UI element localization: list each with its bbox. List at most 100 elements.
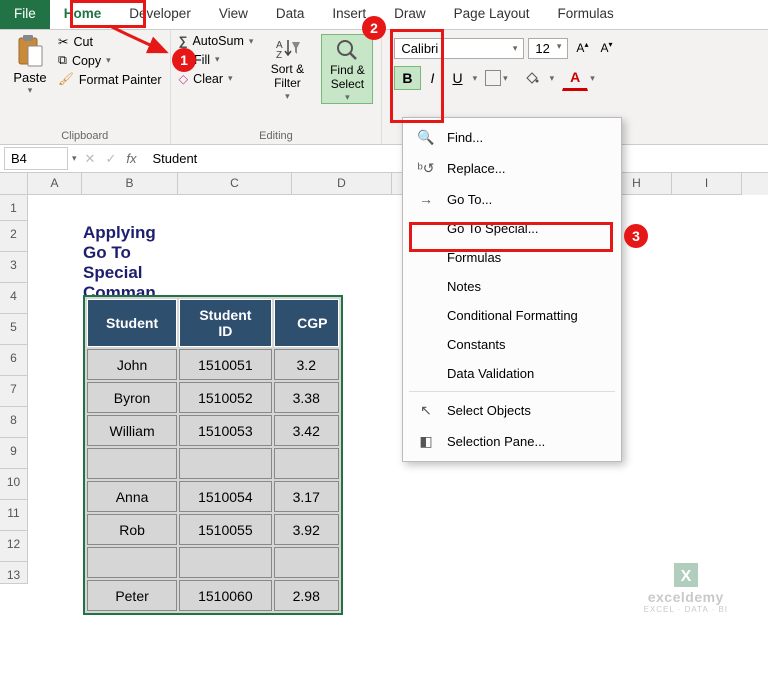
row-header[interactable]: 11 [0,500,28,531]
menu-select-objects[interactable]: ↖ Select Objects [403,395,621,426]
cell[interactable]: 1510054 [179,481,272,512]
row-header[interactable]: 3 [0,252,28,283]
row-header[interactable]: 10 [0,469,28,500]
col-header[interactable]: C [178,173,292,195]
menu-goto[interactable]: → Go To... [403,184,621,214]
watermark-logo-icon: X [672,561,700,589]
cell[interactable]: 1510055 [179,514,272,545]
grow-font-button[interactable]: A▴ [572,38,592,59]
format-painter-button[interactable]: 🖌 Format Painter [58,72,162,87]
cell[interactable]: 1510051 [179,349,272,380]
cell[interactable]: 1510060 [179,580,272,611]
menu-selection-pane[interactable]: ◧ Selection Pane... [403,426,621,457]
bold-button[interactable]: B [394,66,420,90]
name-box[interactable]: B4 [4,147,68,170]
menu-replace[interactable]: ᵇ↺ Replace... [403,153,621,184]
fx-icon[interactable]: fx [126,151,136,166]
menu-data-validation[interactable]: Data Validation [403,359,621,388]
select-all-corner[interactable] [0,173,28,195]
bucket-icon [524,70,540,86]
table-header[interactable]: Student ID [179,299,272,347]
formula-bar: B4 ▾ ✕ ✓ fx Student [0,145,768,173]
menu-label: Go To... [447,192,492,207]
menu-notes[interactable]: Notes [403,272,621,301]
table-row [87,448,339,479]
cell[interactable] [179,547,272,578]
menu-cond-format[interactable]: Conditional Formatting [403,301,621,330]
chevron-down-icon: ▾ [285,91,290,102]
row-header[interactable]: 8 [0,407,28,438]
col-header[interactable]: D [292,173,392,195]
tab-developer[interactable]: Developer [115,0,205,29]
font-size-select[interactable]: 12 ▾ [528,38,568,59]
menu-label: Constants [447,337,506,352]
col-header[interactable]: I [672,173,742,195]
fill-color-button[interactable] [516,66,548,90]
cell[interactable]: 2.98 [274,580,339,611]
cell[interactable] [87,448,177,479]
replace-icon: ᵇ↺ [417,160,435,177]
row-header[interactable]: 9 [0,438,28,469]
table-header[interactable]: Student [87,299,177,347]
menu-formulas[interactable]: Formulas [403,243,621,272]
col-header[interactable]: A [28,173,82,195]
tab-view[interactable]: View [205,0,262,29]
cell[interactable] [274,547,339,578]
row-header[interactable]: 6 [0,345,28,376]
row-header[interactable]: 1 [0,195,28,221]
cell[interactable]: 3.38 [274,382,339,413]
col-header[interactable]: B [82,173,178,195]
font-name-select[interactable]: Calibri ▾ [394,38,524,59]
shrink-font-button[interactable]: A▾ [596,38,616,59]
row-header[interactable]: 13 [0,562,28,584]
cell[interactable] [179,448,272,479]
chevron-down-icon: ▾ [503,73,508,84]
cell[interactable]: William [87,415,177,446]
font-color-button[interactable]: A [562,65,588,91]
tab-formulas[interactable]: Formulas [543,0,627,29]
cell[interactable]: Anna [87,481,177,512]
clear-button[interactable]: ◇ Clear ▾ [179,71,254,86]
border-button[interactable] [485,70,501,86]
paste-button[interactable]: Paste ▾ [8,34,52,96]
cell[interactable]: 3.42 [274,415,339,446]
cell[interactable]: John [87,349,177,380]
cancel-formula-icon[interactable]: ✕ [85,151,96,167]
cell[interactable]: Rob [87,514,177,545]
tab-draw[interactable]: Draw [380,0,440,29]
formula-input[interactable]: Student [144,148,205,169]
tab-data[interactable]: Data [262,0,319,29]
chevron-down-icon: ▾ [557,41,562,56]
table-row: Byron15100523.38 [87,382,339,413]
cell[interactable]: Byron [87,382,177,413]
autosum-button[interactable]: ∑ AutoSum ▾ [179,34,254,48]
tab-home[interactable]: Home [50,0,116,29]
row-header[interactable]: 4 [0,283,28,314]
sort-filter-button[interactable]: A Z Sort & Filter ▾ [261,34,313,104]
cell[interactable]: 3.92 [274,514,339,545]
italic-button[interactable]: I [423,66,443,90]
row-header[interactable]: 7 [0,376,28,407]
row-header[interactable]: 12 [0,531,28,562]
find-select-button[interactable]: Find & Select ▾ [321,34,373,104]
cell[interactable]: 3.17 [274,481,339,512]
cut-button[interactable]: ✂ Cut [58,34,162,49]
underline-button[interactable]: U [444,66,470,90]
copy-button[interactable]: ⧉ Copy ▾ [58,53,162,68]
tab-file[interactable]: File [0,0,50,29]
enter-formula-icon[interactable]: ✓ [105,151,116,167]
cell[interactable]: 1510052 [179,382,272,413]
cell[interactable]: 3.2 [274,349,339,380]
menu-find[interactable]: 🔍 Find... [403,122,621,153]
cell[interactable] [274,448,339,479]
cell[interactable] [87,547,177,578]
table-header[interactable]: CGP [274,299,339,347]
cell[interactable]: Peter [87,580,177,611]
cell[interactable]: 1510053 [179,415,272,446]
menu-label: Selection Pane... [447,434,545,449]
row-header[interactable]: 5 [0,314,28,345]
menu-constants[interactable]: Constants [403,330,621,359]
menu-goto-special[interactable]: Go To Special... [403,214,621,243]
tab-page-layout[interactable]: Page Layout [440,0,544,29]
row-header[interactable]: 2 [0,221,28,252]
